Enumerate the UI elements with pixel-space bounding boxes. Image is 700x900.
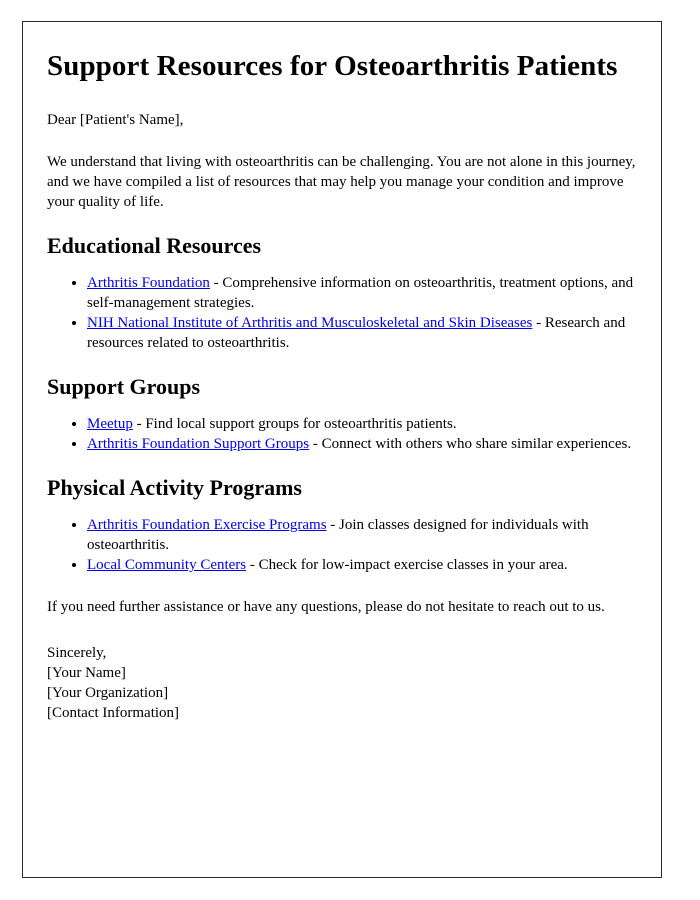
resource-description: - Check for low-impact exercise classes …: [246, 557, 568, 573]
document-body: Support Resources for Osteoarthritis Pat…: [23, 22, 661, 747]
list-item: NIH National Institute of Arthritis and …: [87, 313, 637, 353]
resource-list-physical-activity-programs: Arthritis Foundation Exercise Programs -…: [47, 515, 637, 575]
resource-link[interactable]: Arthritis Foundation: [87, 275, 210, 291]
resource-list-support-groups: Meetup - Find local support groups for o…: [47, 414, 637, 454]
list-item: Arthritis Foundation - Comprehensive inf…: [87, 273, 637, 313]
section-heading-support-groups: Support Groups: [47, 374, 201, 399]
salutation: Dear [Patient's Name],: [47, 112, 184, 128]
resource-link[interactable]: Arthritis Foundation Exercise Programs: [87, 517, 327, 533]
section-heading-physical-activity-programs: Physical Activity Programs: [47, 475, 302, 500]
resource-link[interactable]: Local Community Centers: [87, 557, 246, 573]
signature-organization: [Your Organization]: [47, 685, 169, 701]
resource-link[interactable]: Meetup: [87, 416, 133, 432]
resource-link[interactable]: Arthritis Foundation Support Groups: [87, 436, 309, 452]
list-item: Meetup - Find local support groups for o…: [87, 414, 637, 434]
list-item: Arthritis Foundation Exercise Programs -…: [87, 515, 637, 555]
signature-name: [Your Name]: [47, 665, 126, 681]
signature-contact: [Contact Information]: [47, 705, 180, 721]
resource-list-educational-resources: Arthritis Foundation - Comprehensive inf…: [47, 273, 637, 353]
signature-valediction: Sincerely,: [47, 645, 107, 661]
resource-link[interactable]: NIH National Institute of Arthritis and …: [87, 315, 532, 331]
resource-description: - Connect with others who share similar …: [309, 436, 632, 452]
section-heading-educational-resources: Educational Resources: [47, 233, 262, 258]
page-title: Support Resources for Osteoarthritis Pat…: [47, 50, 618, 82]
intro-paragraph: We understand that living with osteoarth…: [47, 154, 636, 210]
signature-block: Sincerely, [Your Name] [Your Organizatio…: [47, 643, 637, 723]
resource-description: - Find local support groups for osteoart…: [132, 416, 457, 432]
document-page: Support Resources for Osteoarthritis Pat…: [22, 21, 662, 878]
closing-paragraph: If you need further assistance or have a…: [47, 599, 605, 615]
list-item: Local Community Centers - Check for low-…: [87, 555, 637, 575]
list-item: Arthritis Foundation Support Groups - Co…: [87, 434, 637, 454]
